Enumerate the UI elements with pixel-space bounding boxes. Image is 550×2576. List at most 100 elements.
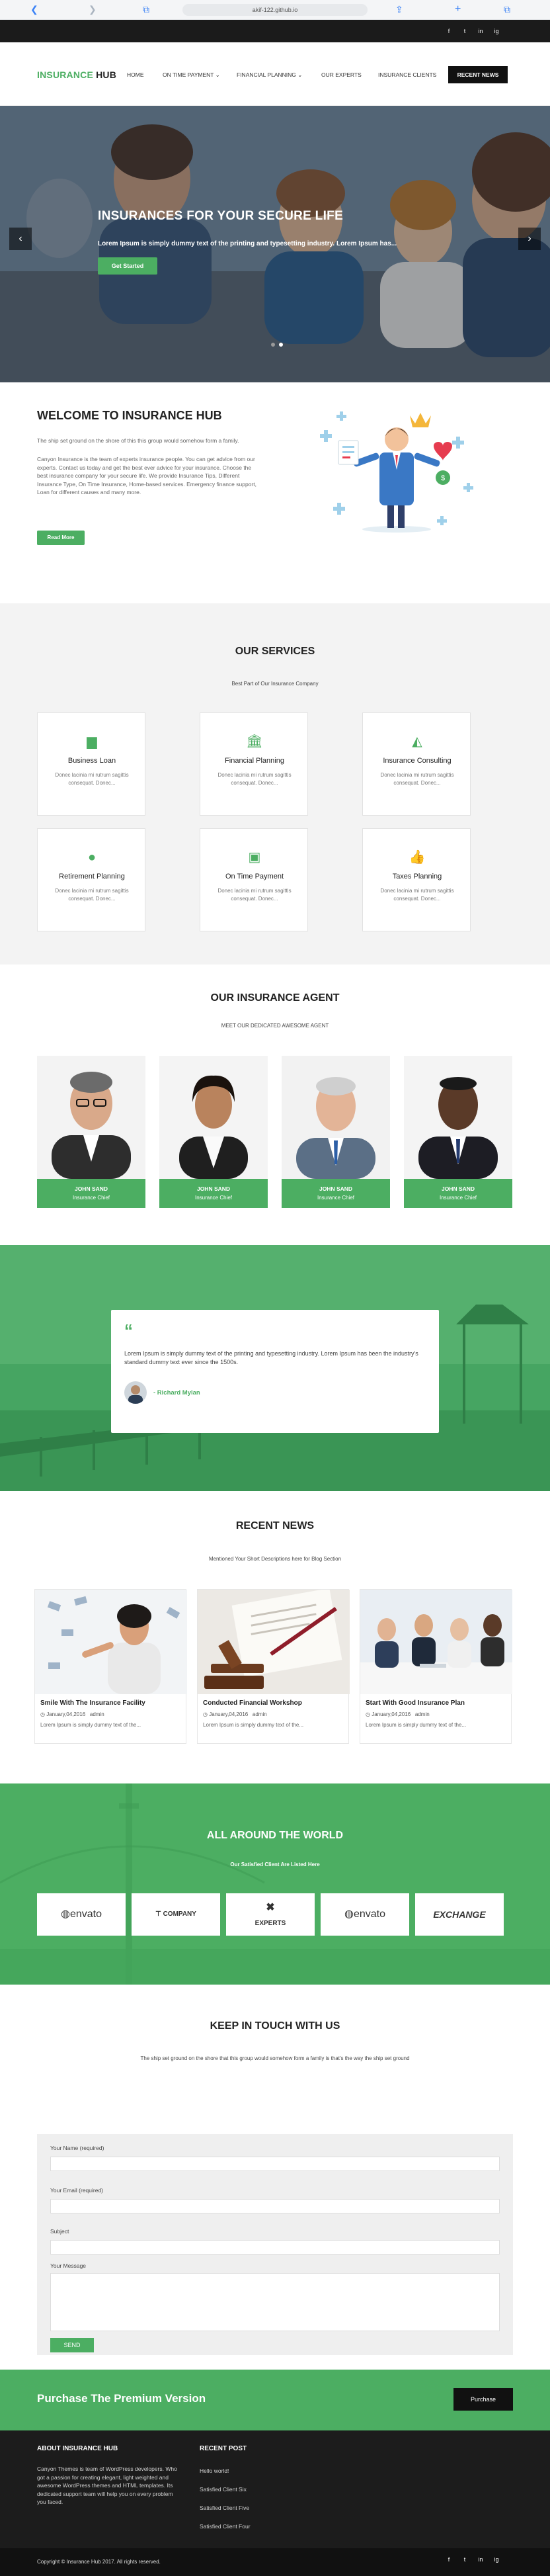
service-card-financial-planning[interactable]: 🏛 Financial Planning Donec lacinia mi ru…	[200, 712, 308, 816]
message-label: Your Message	[50, 2262, 87, 2269]
instagram-icon[interactable]: ig	[492, 2555, 501, 2564]
nav-item-insurance-clients[interactable]: INSURANCE CLIENTS	[378, 71, 436, 78]
forward-icon[interactable]: ❯	[89, 5, 97, 14]
linkedin-icon[interactable]: in	[476, 26, 485, 36]
facebook-icon[interactable]: f	[444, 26, 453, 36]
service-desc: Donec lacinia mi rutrum sagittis consequ…	[55, 888, 129, 902]
calendar-icon: ◷	[40, 1711, 47, 1717]
news-subtitle: Mentioned Your Short Descriptions here f…	[208, 1556, 342, 1562]
new-tab-icon[interactable]: +	[455, 4, 461, 15]
footer-post-link[interactable]: Satisfied Client Four	[200, 2523, 251, 2530]
service-title: On Time Payment	[225, 873, 284, 880]
agent-role: Insurance Chief	[317, 1195, 355, 1201]
testimonial-section: “ Lorem Ipsum is simply dummy text of th…	[0, 1245, 550, 1491]
news-title[interactable]: Start With Good Insurance Plan	[366, 1699, 465, 1707]
copyright-bar: Copyright © Insurance Hub 2017. All righ…	[0, 2548, 550, 2576]
news-title[interactable]: Smile With The Insurance Facility	[40, 1699, 145, 1707]
news-card[interactable]: Smile With The Insurance Facility ◷ Janu…	[34, 1589, 187, 1744]
agent-card[interactable]: JOHN SAND Insurance Chief	[282, 1056, 390, 1208]
slider-dot[interactable]	[271, 343, 275, 347]
service-card-on-time-payment[interactable]: ▣ On Time Payment Donec lacinia mi rutru…	[200, 828, 308, 931]
reader-icon[interactable]: ⧉	[143, 5, 149, 14]
news-image	[35, 1590, 187, 1694]
tabs-icon[interactable]: ⧉	[504, 5, 510, 14]
linkedin-icon[interactable]: in	[476, 2555, 485, 2564]
agent-card[interactable]: JOHN SAND Insurance Chief	[37, 1056, 145, 1208]
clients-title: ALL AROUND THE WORLD	[206, 1830, 344, 1841]
news-meta: ◷ January,04,2016 admin	[203, 1711, 267, 1717]
footer-post-link[interactable]: Hello world!	[200, 2468, 229, 2474]
name-field[interactable]	[50, 2157, 500, 2171]
agent-card[interactable]: JOHN SAND Insurance Chief	[404, 1056, 512, 1208]
news-title[interactable]: Conducted Financial Workshop	[203, 1699, 302, 1707]
agents-section: OUR INSURANCE AGENT MEET OUR DEDICATED A…	[0, 965, 550, 1245]
news-card[interactable]: Conducted Financial Workshop ◷ January,0…	[197, 1589, 350, 1744]
purchase-button[interactable]: Purchase	[453, 2388, 513, 2411]
nav-item-home[interactable]: HOME	[127, 71, 144, 78]
url-bar[interactable]: akif-122.github.io	[182, 4, 368, 16]
send-button[interactable]: SEND	[50, 2338, 94, 2352]
hero-subtitle: Lorem Ipsum is simply dummy text of the …	[98, 240, 397, 247]
back-icon[interactable]: ❮	[30, 5, 38, 14]
logo-part-hub: HUB	[93, 69, 117, 80]
agent-photo	[404, 1056, 512, 1179]
news-meta: ◷ January,04,2016 admin	[40, 1711, 104, 1717]
footer-post-link[interactable]: Satisfied Client Six	[200, 2486, 247, 2493]
recent-news-button[interactable]: RECENT NEWS	[448, 66, 508, 83]
site-logo[interactable]: INSURANCE HUB	[37, 69, 116, 80]
footer-about-title: ABOUT INSURANCE HUB	[37, 2445, 118, 2452]
service-card-insurance-consulting[interactable]: ◭ Insurance Consulting Donec lacinia mi …	[362, 712, 471, 816]
service-card-business-loan[interactable]: ▆ Business Loan Donec lacinia mi rutrum …	[37, 712, 145, 816]
email-field[interactable]	[50, 2199, 500, 2213]
calendar-icon: ◷	[203, 1711, 210, 1717]
agent-card[interactable]: JOHN SAND Insurance Chief	[159, 1056, 268, 1208]
share-icon[interactable]: ⇪	[395, 5, 403, 14]
nav-item-our-experts[interactable]: OUR EXPERTS	[321, 71, 362, 78]
footer-post-link[interactable]: Satisfied Client Five	[200, 2505, 249, 2511]
nav-item-financial-planning[interactable]: FINANCIAL PLANNING ⌄	[237, 71, 302, 79]
client-logo-envato-2[interactable]: ◍envato	[321, 1893, 409, 1936]
service-desc: Donec lacinia mi rutrum sagittis consequ…	[217, 772, 292, 786]
logo-part-insurance: INSURANCE	[37, 69, 94, 80]
agents-subtitle: MEET OUR DEDICATED AWESOME AGENT	[221, 1023, 329, 1029]
news-desc: Lorem Ipsum is simply dummy text of the.…	[203, 1722, 304, 1728]
client-logo-company[interactable]: ⊤ COMPANY	[132, 1893, 220, 1936]
user-icon: ●	[87, 850, 97, 865]
twitter-icon[interactable]: t	[460, 2555, 469, 2564]
client-logo-envato[interactable]: ◍envato	[37, 1893, 126, 1936]
news-section: RECENT NEWS Mentioned Your Short Descrip…	[0, 1491, 550, 1783]
service-title: Financial Planning	[225, 757, 284, 765]
contact-section: KEEP IN TOUCH WITH US The ship set groun…	[0, 1985, 550, 2370]
client-logo-text: COMPANY	[163, 1911, 196, 1918]
service-title: Business Loan	[67, 757, 116, 765]
subject-field[interactable]	[50, 2240, 500, 2254]
welcome-para-1: The ship set ground on the shore of this…	[37, 437, 239, 444]
agent-role: Insurance Chief	[439, 1195, 477, 1201]
service-card-taxes-planning[interactable]: 👍 Taxes Planning Donec lacinia mi rutrum…	[362, 828, 471, 931]
news-desc: Lorem Ipsum is simply dummy text of the.…	[366, 1722, 467, 1728]
news-image	[198, 1590, 350, 1694]
agent-name: JOHN SAND	[319, 1185, 353, 1192]
subject-label: Subject	[50, 2228, 69, 2235]
instagram-icon[interactable]: ig	[492, 26, 501, 36]
contact-form: Your Name (required) Your Email (require…	[37, 2134, 513, 2355]
message-field[interactable]	[50, 2273, 500, 2331]
client-logo-text: EXPERTS	[255, 1920, 286, 1927]
slider-prev-icon[interactable]: ‹	[9, 228, 32, 250]
name-label: Your Name (required)	[50, 2145, 104, 2151]
slider-next-icon[interactable]: ›	[518, 228, 541, 250]
svg-text:$: $	[441, 474, 445, 482]
client-logo-exchange[interactable]: EXCHANGE	[415, 1893, 504, 1936]
service-card-retirement-planning[interactable]: ● Retirement Planning Donec lacinia mi r…	[37, 828, 145, 931]
briefcase-icon: ▆	[87, 734, 97, 749]
company-icon: ⊤	[155, 1911, 163, 1918]
news-card[interactable]: Start With Good Insurance Plan ◷ January…	[360, 1589, 512, 1744]
client-logo-experts[interactable]: ✖ EXPERTS	[226, 1893, 315, 1936]
leaf-icon: ◍	[60, 1909, 70, 1920]
facebook-icon[interactable]: f	[444, 2555, 453, 2564]
twitter-icon[interactable]: t	[460, 26, 469, 36]
get-started-button[interactable]: Get Started	[98, 257, 157, 275]
slider-dot-active[interactable]	[279, 343, 283, 347]
nav-item-on-time-payment[interactable]: ON TIME PAYMENT ⌄	[163, 71, 220, 79]
read-more-button[interactable]: Read More	[37, 531, 85, 545]
